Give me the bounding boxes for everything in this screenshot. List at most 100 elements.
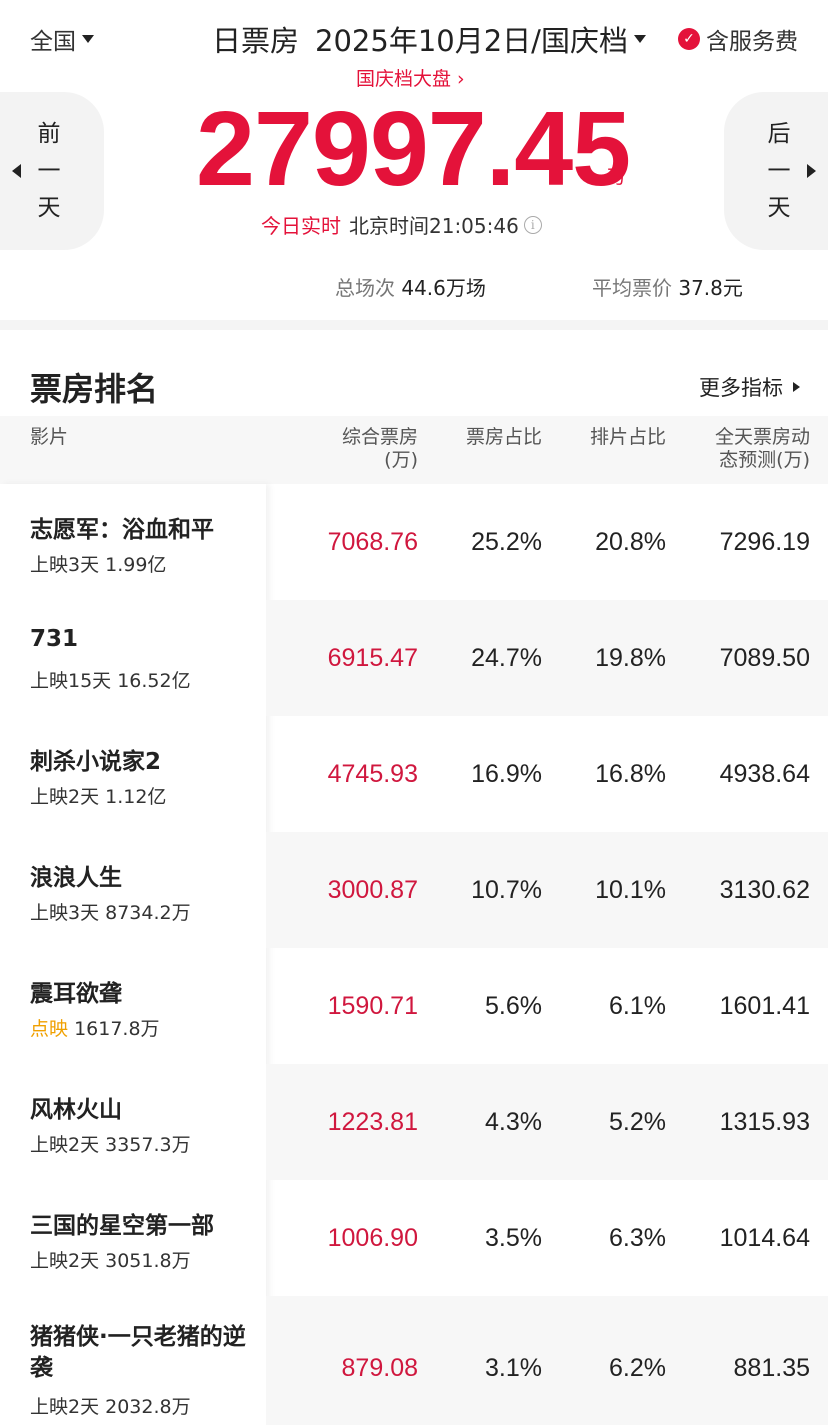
column-show-share[interactable]: 排片占比 <box>590 426 666 449</box>
total-shows: 总场次 44.6万场 <box>335 276 486 300</box>
show-share-value: 6.1% <box>609 992 666 1020</box>
film-meta: 上映3天 8734.2万 <box>30 902 191 924</box>
check-circle-icon: ✓ <box>678 28 700 50</box>
page-title: 日票房 <box>212 24 300 58</box>
caret-right-icon <box>793 382 800 392</box>
film-meta: 上映2天 2032.8万 <box>30 1396 191 1418</box>
show-share-value: 6.3% <box>609 1224 666 1252</box>
realtime-label: 今日实时 <box>261 214 341 238</box>
prediction-value: 881.35 <box>733 1354 810 1382</box>
ranking-section: 票房排名 更多指标 影片 综合票房 (万) 票房占比 排片占比 全天票房动 态预… <box>0 330 828 1425</box>
bo-share-value: 3.5% <box>485 1224 542 1252</box>
table-row[interactable]: 震耳欲聋 点映 1617.8万 1590.71 5.6% 6.1% 1601.4… <box>0 948 828 1064</box>
film-name: 三国的星空第一部 <box>30 1213 214 1239</box>
bo-share-value: 16.9% <box>471 760 542 788</box>
table-row[interactable]: 浪浪人生 上映3天 8734.2万 3000.87 10.7% 10.1% 31… <box>0 832 828 948</box>
film-cell: 731 上映15天 16.52亿 <box>0 600 266 716</box>
show-share-value: 19.8% <box>595 644 666 672</box>
film-meta: 上映15天 16.52亿 <box>30 670 191 692</box>
total-unit: 万 <box>607 166 627 188</box>
film-name: 731 <box>30 626 79 652</box>
realtime-status: 今日实时 北京时间21:05:46 i <box>261 210 542 239</box>
prediction-value: 1601.41 <box>719 992 810 1020</box>
show-share-value: 20.8% <box>595 528 666 556</box>
caret-left-icon <box>12 164 21 178</box>
show-share-value: 16.8% <box>595 760 666 788</box>
film-meta: 上映2天 1.12亿 <box>30 786 167 808</box>
info-icon[interactable]: i <box>523 215 542 234</box>
holiday-overview-link[interactable]: 国庆档大盘 › <box>356 64 465 91</box>
caret-down-icon <box>82 35 94 43</box>
prediction-value: 1315.93 <box>719 1108 810 1136</box>
film-cell: 猪猪侠·一只老猪的逆袭 上映2天 2032.8万 <box>0 1296 266 1425</box>
film-meta: 上映2天 3051.8万 <box>30 1250 191 1272</box>
service-fee-toggle[interactable]: ✓ 含服务费 <box>678 22 798 56</box>
box-office-value: 879.08 <box>341 1354 418 1382</box>
preview-tag: 点映 <box>30 1018 69 1040</box>
film-name: 猪猪侠·一只老猪的逆袭 <box>30 1324 246 1381</box>
box-office-value: 4745.93 <box>327 760 418 788</box>
column-film: 影片 <box>30 426 69 448</box>
box-office-value: 7068.76 <box>327 528 418 556</box>
prediction-value: 7089.50 <box>719 644 810 672</box>
table-row[interactable]: 刺杀小说家2 上映2天 1.12亿 4745.93 16.9% 16.8% 49… <box>0 716 828 832</box>
next-day-label: 后 一 天 <box>767 120 791 221</box>
service-fee-label: 含服务费 <box>706 29 798 55</box>
show-share-value: 6.2% <box>609 1354 666 1382</box>
bo-share-value: 3.1% <box>485 1354 542 1382</box>
film-cell: 刺杀小说家2 上映2天 1.12亿 <box>0 716 266 832</box>
film-cell: 浪浪人生 上映3天 8734.2万 <box>0 832 266 948</box>
date-selector[interactable]: 日票房 2025年10月2日/国庆档 <box>212 18 646 60</box>
column-bo-share[interactable]: 票房占比 <box>466 426 542 449</box>
prediction-value: 3130.62 <box>719 876 810 904</box>
caret-down-icon <box>633 35 646 43</box>
film-meta: 上映2天 3357.3万 <box>30 1134 191 1156</box>
more-metrics-label: 更多指标 <box>699 376 783 400</box>
caret-right-icon <box>807 164 816 178</box>
box-office-value: 3000.87 <box>327 876 418 904</box>
show-share-value: 5.2% <box>609 1108 666 1136</box>
film-cell: 志愿军：浴血和平 上映3天 1.99亿 <box>0 484 266 600</box>
total-box-office: 27997.45 <box>196 90 631 208</box>
film-cell: 三国的星空第一部 上映2天 3051.8万 <box>0 1180 266 1296</box>
prediction-value: 7296.19 <box>719 528 810 556</box>
region-label: 全国 <box>30 29 76 55</box>
film-name: 刺杀小说家2 <box>30 749 162 775</box>
prediction-value: 4938.64 <box>719 760 810 788</box>
more-metrics-button[interactable]: 更多指标 <box>699 372 800 402</box>
bo-share-value: 24.7% <box>471 644 542 672</box>
film-cell: 震耳欲聋 点映 1617.8万 <box>0 948 266 1064</box>
box-office-value: 6915.47 <box>327 644 418 672</box>
table-row[interactable]: 风林火山 上映2天 3357.3万 1223.81 4.3% 5.2% 1315… <box>0 1064 828 1180</box>
box-office-value: 1590.71 <box>327 992 418 1020</box>
column-box-office[interactable]: 综合票房 (万) <box>342 426 418 472</box>
ranking-table: 志愿军：浴血和平 上映3天 1.99亿 7068.76 25.2% 20.8% … <box>0 484 828 1425</box>
table-row[interactable]: 猪猪侠·一只老猪的逆袭 上映2天 2032.8万 879.08 3.1% 6.2… <box>0 1296 828 1425</box>
film-name: 震耳欲聋 <box>30 981 122 1007</box>
bo-share-value: 5.6% <box>485 992 542 1020</box>
realtime-time: 北京时间21:05:46 <box>349 214 519 238</box>
box-office-value: 1223.81 <box>327 1108 418 1136</box>
table-row[interactable]: 731 上映15天 16.52亿 6915.47 24.7% 19.8% 708… <box>0 600 828 716</box>
box-office-value: 1006.90 <box>327 1224 418 1252</box>
column-prediction[interactable]: 全天票房动 态预测(万) <box>715 426 810 472</box>
film-name: 浪浪人生 <box>30 865 122 891</box>
region-selector[interactable]: 全国 <box>30 22 94 56</box>
bo-share-value: 25.2% <box>471 528 542 556</box>
film-cell: 风林火山 上映2天 3357.3万 <box>0 1064 266 1180</box>
prev-day-button[interactable]: 前 一 天 <box>0 92 104 250</box>
prev-day-label: 前 一 天 <box>37 120 61 221</box>
average-price: 平均票价 37.8元 <box>592 276 743 300</box>
bo-share-value: 4.3% <box>485 1108 542 1136</box>
header-panel: 全国 日票房 2025年10月2日/国庆档 ✓ 含服务费 国庆档大盘 › 前 一… <box>0 0 828 320</box>
ranking-title: 票房排名 <box>30 370 159 408</box>
table-row[interactable]: 志愿军：浴血和平 上映3天 1.99亿 7068.76 25.2% 20.8% … <box>0 484 828 600</box>
next-day-button[interactable]: 后 一 天 <box>724 92 828 250</box>
film-name: 风林火山 <box>30 1097 122 1123</box>
table-header: 影片 综合票房 (万) 票房占比 排片占比 全天票房动 态预测(万) <box>0 416 828 484</box>
film-meta: 上映3天 1.99亿 <box>30 554 167 576</box>
table-row[interactable]: 三国的星空第一部 上映2天 3051.8万 1006.90 3.5% 6.3% … <box>0 1180 828 1296</box>
bo-share-value: 10.7% <box>471 876 542 904</box>
show-share-value: 10.1% <box>595 876 666 904</box>
date-label: 2025年10月2日/国庆档 <box>315 24 628 58</box>
